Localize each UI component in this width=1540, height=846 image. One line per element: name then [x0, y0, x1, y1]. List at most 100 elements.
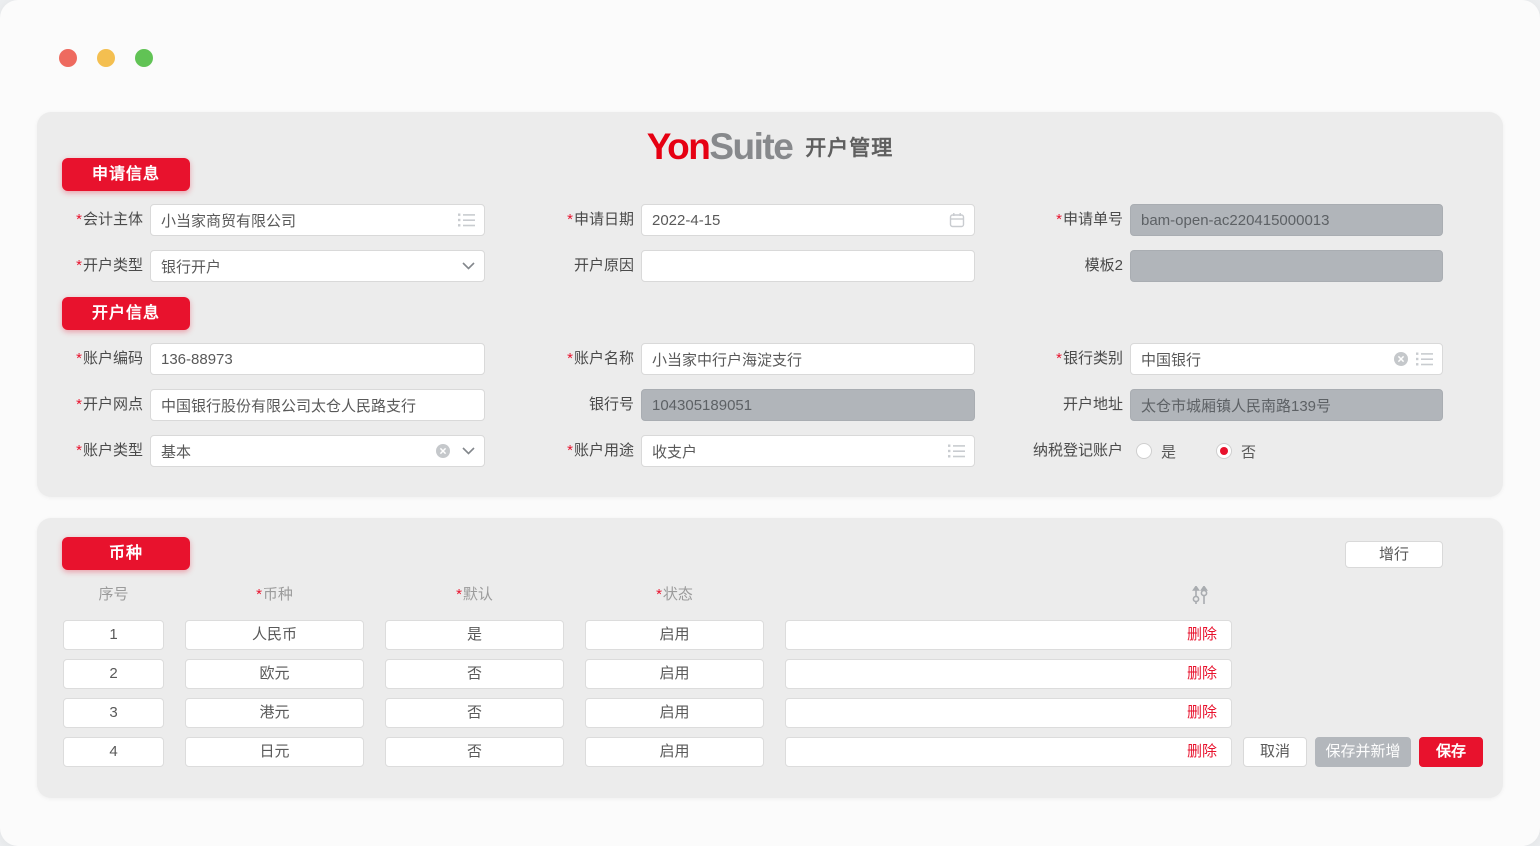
delete-row-link[interactable]: 删除	[1187, 743, 1217, 760]
currency-cell[interactable]: 港元	[185, 698, 364, 728]
account-usage-field[interactable]	[641, 435, 975, 467]
required-asterisk: *	[1056, 211, 1062, 228]
bank-address-field	[1130, 389, 1443, 421]
bank-address-input	[1130, 389, 1443, 421]
required-asterisk: *	[567, 350, 573, 367]
status-cell[interactable]: 启用	[585, 737, 764, 767]
tax-registered-option-yes[interactable]: 是	[1136, 435, 1176, 467]
close-window-button[interactable]	[59, 49, 77, 67]
cancel-button[interactable]: 取消	[1243, 737, 1307, 767]
yonsuite-logo: YonSuite	[647, 128, 793, 165]
bank-branch-field[interactable]	[150, 389, 485, 421]
template2-field	[1130, 250, 1443, 282]
field-label-bank-category: *银行类别	[980, 343, 1123, 375]
action-cell: 删除	[785, 737, 1232, 767]
field-label-tax-registered: 纳税登记账户	[980, 435, 1123, 467]
apply-date-field[interactable]	[641, 204, 975, 236]
required-asterisk: *	[567, 211, 573, 228]
radio-unselected-icon[interactable]	[1136, 443, 1152, 459]
bank-category-field[interactable]	[1130, 343, 1443, 375]
row-no-cell: 3	[63, 698, 164, 728]
maximize-window-button[interactable]	[135, 49, 153, 67]
tax-registered-option-no[interactable]: 否	[1216, 435, 1256, 467]
list-picker-icon[interactable]	[948, 444, 965, 459]
chevron-down-icon[interactable]	[462, 262, 475, 270]
row-no-cell: 4	[63, 737, 164, 767]
save-and-new-button[interactable]: 保存并新增	[1315, 737, 1411, 767]
required-asterisk: *	[76, 442, 82, 459]
app-window: YonSuite 开户管理 申请信息 *会计主体 *申请日期 *申请单号 *开户…	[0, 0, 1540, 846]
account-code-input[interactable]	[150, 343, 485, 375]
row-no-cell: 2	[63, 659, 164, 689]
chevron-down-icon[interactable]	[462, 447, 475, 455]
required-asterisk: *	[256, 586, 262, 603]
delete-row-link[interactable]: 删除	[1187, 626, 1217, 643]
field-label-open-type: *开户类型	[40, 250, 143, 282]
account-name-input[interactable]	[641, 343, 975, 375]
open-reason-field[interactable]	[641, 250, 975, 282]
status-cell[interactable]: 启用	[585, 620, 764, 650]
column-header-default: *默认	[385, 584, 564, 606]
bank-no-input	[641, 389, 975, 421]
column-settings-icon[interactable]	[1188, 586, 1212, 606]
account-code-field[interactable]	[150, 343, 485, 375]
column-header-no: 序号	[63, 584, 164, 606]
template2-input	[1130, 250, 1443, 282]
calendar-icon[interactable]	[949, 212, 965, 228]
field-label-accounting-entity: *会计主体	[40, 204, 143, 236]
apply-no-input	[1130, 204, 1443, 236]
currency-cell[interactable]: 欧元	[185, 659, 364, 689]
field-label-bank-branch: *开户网点	[40, 389, 143, 421]
default-cell[interactable]: 是	[385, 620, 564, 650]
section-badge-apply-info: 申请信息	[62, 158, 190, 191]
row-no-cell: 1	[63, 620, 164, 650]
list-picker-icon[interactable]	[458, 213, 475, 228]
save-button[interactable]: 保存	[1419, 737, 1483, 767]
currency-cell[interactable]: 人民币	[185, 620, 364, 650]
field-label-open-reason: 开户原因	[500, 250, 634, 282]
field-label-bank-no: 银行号	[500, 389, 634, 421]
field-label-account-usage: *账户用途	[500, 435, 634, 467]
section-badge-account-info: 开户信息	[62, 297, 190, 330]
open-reason-input[interactable]	[641, 250, 975, 282]
column-header-currency: *币种	[185, 584, 364, 606]
accounting-entity-field[interactable]	[150, 204, 485, 236]
required-asterisk: *	[76, 211, 82, 228]
default-cell[interactable]: 否	[385, 659, 564, 689]
account-usage-input[interactable]	[641, 435, 975, 467]
account-name-field[interactable]	[641, 343, 975, 375]
delete-row-link[interactable]: 删除	[1187, 665, 1217, 682]
status-cell[interactable]: 启用	[585, 698, 764, 728]
default-cell[interactable]: 否	[385, 737, 564, 767]
add-row-button[interactable]: 增行	[1345, 541, 1443, 568]
required-asterisk: *	[1056, 350, 1062, 367]
minimize-window-button[interactable]	[97, 49, 115, 67]
required-asterisk: *	[76, 396, 82, 413]
open-type-select[interactable]	[150, 250, 485, 282]
account-type-field[interactable]	[150, 435, 485, 467]
window-controls	[59, 49, 153, 67]
clear-icon[interactable]	[1393, 351, 1409, 367]
required-asterisk: *	[656, 586, 662, 603]
required-asterisk: *	[567, 442, 573, 459]
apply-date-input[interactable]	[641, 204, 975, 236]
required-asterisk: *	[76, 257, 82, 274]
action-cell: 删除	[785, 620, 1232, 650]
field-label-bank-address: 开户地址	[980, 389, 1123, 421]
field-label-apply-date: *申请日期	[500, 204, 634, 236]
column-header-status: *状态	[585, 584, 764, 606]
default-cell[interactable]: 否	[385, 698, 564, 728]
bank-branch-input[interactable]	[150, 389, 485, 421]
field-label-account-name: *账户名称	[500, 343, 634, 375]
open-type-field[interactable]	[150, 250, 485, 282]
currency-cell[interactable]: 日元	[185, 737, 364, 767]
accounting-entity-input[interactable]	[150, 204, 485, 236]
clear-icon[interactable]	[435, 443, 451, 459]
field-label-template2: 模板2	[980, 250, 1123, 282]
page-title: 开户管理	[805, 132, 893, 162]
delete-row-link[interactable]: 删除	[1187, 704, 1217, 721]
radio-selected-icon[interactable]	[1216, 443, 1232, 459]
list-picker-icon[interactable]	[1416, 352, 1433, 367]
header: YonSuite 开户管理	[0, 128, 1540, 165]
status-cell[interactable]: 启用	[585, 659, 764, 689]
